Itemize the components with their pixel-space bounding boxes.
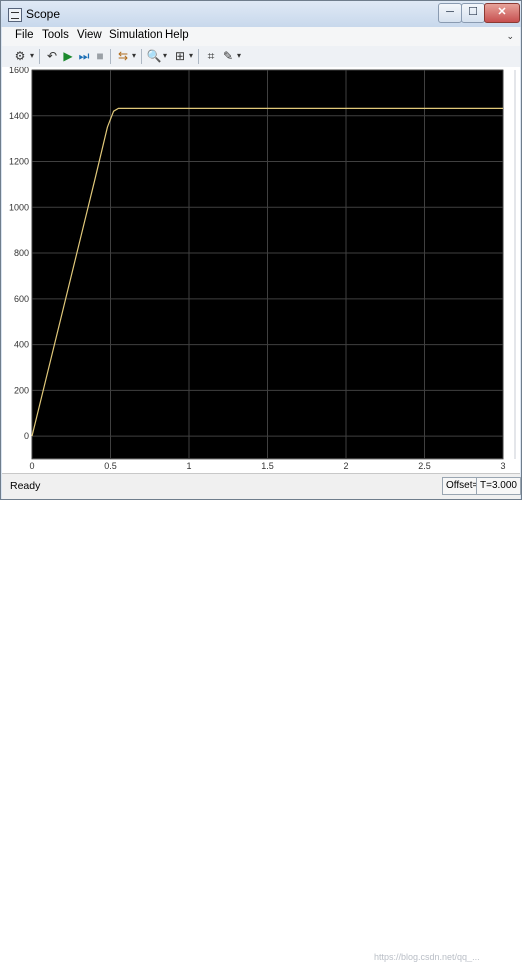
watermark: https://blog.csdn.net/qq_... xyxy=(374,952,480,962)
x-tick-label: 0 xyxy=(29,461,34,471)
x-tick-label: 1 xyxy=(186,461,191,471)
window-title: Scope xyxy=(26,7,61,21)
x-tick-label: 3 xyxy=(500,461,505,471)
run-icon[interactable]: ▶ xyxy=(60,48,76,64)
close-button[interactable]: ✕ xyxy=(484,3,520,23)
scope-window: Scope ─ ☐ ✕ File Tools View Simulation H… xyxy=(0,0,522,962)
x-tick-label: 0.5 xyxy=(104,461,117,471)
x-tick-label: 1.5 xyxy=(261,461,274,471)
highlight-block-icon[interactable]: ⇆ xyxy=(115,48,131,64)
zoom-dropdown-icon[interactable]: ▾ xyxy=(163,48,167,64)
scope-plot[interactable]: 0 0.5 1 1.5 2 2.5 3 0 200 400 600 800 1000 1200 1400 16… xyxy=(2,65,520,473)
y-tick-label: 600 xyxy=(14,294,29,304)
zoom-icon[interactable]: 🔍 xyxy=(146,48,162,64)
y-tick-label: 400 xyxy=(14,340,29,350)
y-tick-label: 0 xyxy=(24,431,29,441)
stop-icon[interactable]: ■ xyxy=(92,48,108,64)
menu-tools[interactable]: Tools xyxy=(42,29,69,41)
y-tick-label: 1400 xyxy=(9,111,29,121)
autoscale-icon[interactable]: ⊞ xyxy=(172,48,188,64)
x-tick-label: 2.5 xyxy=(418,461,431,471)
style-icon[interactable]: ✎ xyxy=(220,48,236,64)
minimize-button[interactable]: ─ xyxy=(438,3,462,23)
settings-icon[interactable]: ⚙ xyxy=(12,48,28,64)
y-tick-label: 200 xyxy=(14,385,29,395)
y-tick-label: 1200 xyxy=(9,157,29,167)
toolbar-separator xyxy=(39,49,40,64)
menu-file[interactable]: File xyxy=(15,29,34,41)
menubar-overflow-icon[interactable]: ⌄ xyxy=(506,31,514,42)
toolbar-separator xyxy=(141,49,142,64)
settings-dropdown-icon[interactable]: ▾ xyxy=(30,48,34,64)
y-tick-label: 1000 xyxy=(9,202,29,212)
y-tick-label: 800 xyxy=(14,248,29,258)
toolbar: ⚙ ▾ ↶ ▶ ⏭ ■ ⇆ ▾ 🔍 ▾ ⊞ ▾ ⌗ ✎ ▾ xyxy=(2,46,520,68)
step-forward-icon[interactable]: ⏭ xyxy=(76,48,92,64)
scope-app-icon xyxy=(8,8,22,22)
maximize-button[interactable]: ☐ xyxy=(461,3,485,23)
status-bar: Ready https://blog.csdn.net/qq_... Offse… xyxy=(2,473,521,962)
cursor-measurements-icon[interactable]: ⌗ xyxy=(203,48,219,64)
plot-panel: 0 0.5 1 1.5 2 2.5 3 0 200 400 600 800 1000 1200 1400 16… xyxy=(2,65,520,473)
menu-bar: File Tools View Simulation Help ⌄ xyxy=(2,27,520,47)
title-bar[interactable]: Scope ─ ☐ ✕ xyxy=(1,1,521,27)
menu-simulation[interactable]: Simulation xyxy=(109,29,163,41)
menu-help[interactable]: Help xyxy=(165,29,189,41)
style-dropdown-icon[interactable]: ▾ xyxy=(237,48,241,64)
status-text: Ready xyxy=(10,480,41,492)
toolbar-separator xyxy=(110,49,111,64)
highlight-dropdown-icon[interactable]: ▾ xyxy=(132,48,136,64)
restore-icon[interactable]: ↶ xyxy=(44,48,60,64)
y-tick-label: 1600 xyxy=(9,67,29,75)
x-tick-label: 2 xyxy=(343,461,348,471)
menu-view[interactable]: View xyxy=(77,29,102,41)
time-field: T=3.000 xyxy=(476,477,521,495)
toolbar-separator xyxy=(198,49,199,64)
autoscale-dropdown-icon[interactable]: ▾ xyxy=(189,48,193,64)
